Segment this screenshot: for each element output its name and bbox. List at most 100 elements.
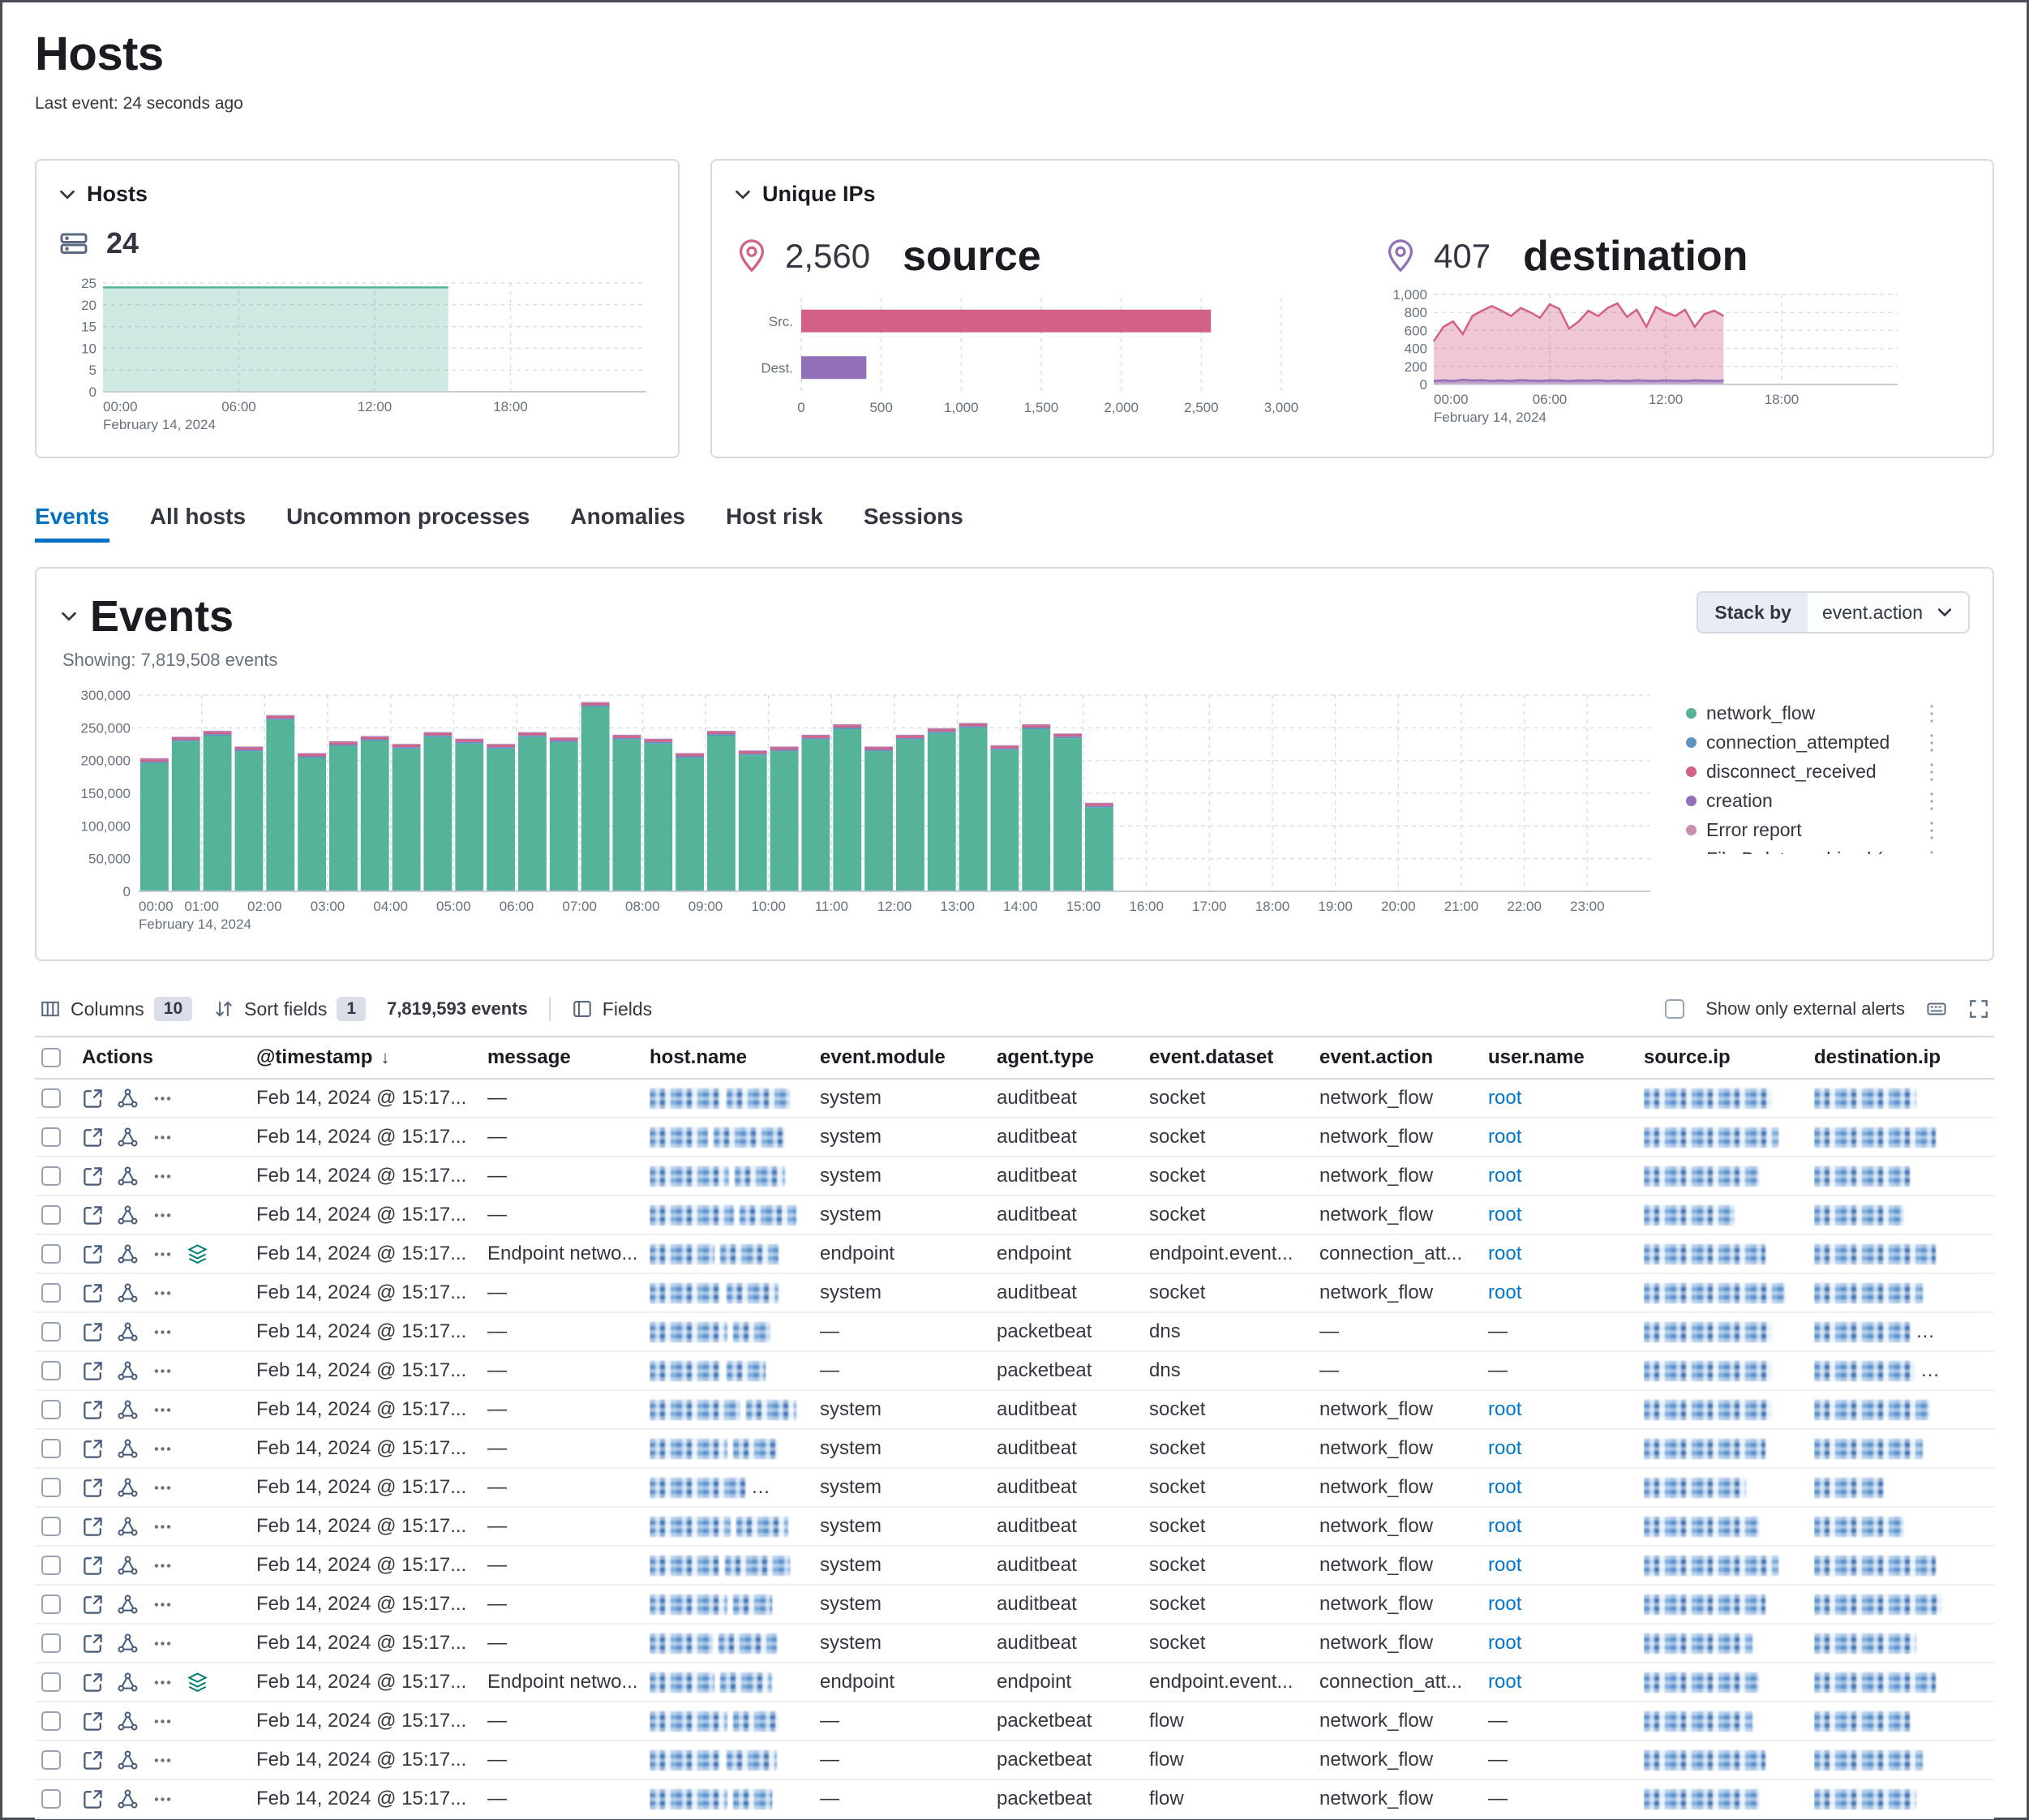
row-menu-icon[interactable]	[152, 1555, 174, 1577]
user-link[interactable]: root	[1488, 1126, 1521, 1148]
expand-event-icon[interactable]	[82, 1516, 104, 1538]
row-checkbox[interactable]	[41, 1478, 61, 1497]
row-checkbox[interactable]	[41, 1361, 61, 1380]
tab-host-risk[interactable]: Host risk	[726, 504, 823, 543]
tab-sessions[interactable]: Sessions	[864, 504, 963, 543]
row-menu-icon[interactable]	[152, 1672, 174, 1693]
select-all-checkbox[interactable]	[41, 1048, 61, 1067]
user-link[interactable]: root	[1488, 1437, 1521, 1459]
row-checkbox[interactable]	[41, 1205, 61, 1225]
legend-item[interactable]: Error report⋮	[1686, 815, 1945, 844]
row-menu-icon[interactable]	[152, 1243, 174, 1265]
row-checkbox[interactable]	[41, 1750, 61, 1770]
analyze-event-icon[interactable]	[117, 1088, 139, 1110]
analyze-event-icon[interactable]	[117, 1477, 139, 1499]
row-checkbox[interactable]	[41, 1711, 61, 1731]
row-menu-icon[interactable]	[152, 1788, 174, 1810]
col-header-event-dataset[interactable]: event.dataset	[1149, 1046, 1319, 1069]
row-checkbox[interactable]	[41, 1556, 61, 1575]
expand-event-icon[interactable]	[82, 1594, 104, 1616]
chevron-down-icon[interactable]	[733, 185, 753, 204]
user-link[interactable]: root	[1488, 1476, 1521, 1498]
user-link[interactable]: root	[1488, 1671, 1521, 1693]
endpoint-alert-icon[interactable]	[187, 1672, 208, 1693]
user-link[interactable]: root	[1488, 1243, 1521, 1264]
keyboard-icon[interactable]	[1926, 998, 1947, 1019]
analyze-event-icon[interactable]	[117, 1711, 139, 1732]
col-header-user-name[interactable]: user.name	[1488, 1046, 1644, 1069]
columns-button[interactable]: Columns 10	[40, 997, 192, 1021]
legend-item[interactable]: connection_attempted⋮	[1686, 728, 1945, 757]
row-menu-icon[interactable]	[152, 1204, 174, 1226]
row-checkbox[interactable]	[41, 1244, 61, 1264]
analyze-event-icon[interactable]	[117, 1672, 139, 1693]
chevron-down-icon[interactable]	[58, 185, 77, 204]
tab-all-hosts[interactable]: All hosts	[150, 504, 246, 543]
analyze-event-icon[interactable]	[117, 1282, 139, 1304]
analyze-event-icon[interactable]	[117, 1516, 139, 1538]
row-checkbox[interactable]	[41, 1633, 61, 1653]
col-header-destination-ip[interactable]: destination.ip	[1814, 1046, 1994, 1069]
fullscreen-icon[interactable]	[1968, 998, 1989, 1019]
row-menu-icon[interactable]	[152, 1399, 174, 1421]
legend-menu-icon[interactable]: ⋮	[1918, 847, 1945, 855]
expand-event-icon[interactable]	[82, 1127, 104, 1148]
row-menu-icon[interactable]	[152, 1127, 174, 1148]
row-checkbox[interactable]	[41, 1127, 61, 1147]
endpoint-alert-icon[interactable]	[187, 1243, 208, 1265]
col-header-timestamp[interactable]: @timestamp↓	[256, 1046, 487, 1069]
row-menu-icon[interactable]	[152, 1282, 174, 1304]
row-checkbox[interactable]	[41, 1088, 61, 1108]
analyze-event-icon[interactable]	[117, 1633, 139, 1655]
legend-item[interactable]: network_flow⋮	[1686, 698, 1945, 728]
analyze-event-icon[interactable]	[117, 1399, 139, 1421]
expand-event-icon[interactable]	[82, 1477, 104, 1499]
analyze-event-icon[interactable]	[117, 1788, 139, 1810]
row-menu-icon[interactable]	[152, 1321, 174, 1343]
user-link[interactable]: root	[1488, 1632, 1521, 1654]
legend-item[interactable]: creation⋮	[1686, 786, 1945, 815]
analyze-event-icon[interactable]	[117, 1127, 139, 1148]
user-link[interactable]: root	[1488, 1398, 1521, 1420]
expand-event-icon[interactable]	[82, 1438, 104, 1460]
tab-events[interactable]: Events	[35, 504, 109, 543]
row-checkbox[interactable]	[41, 1283, 61, 1303]
row-checkbox[interactable]	[41, 1400, 61, 1419]
row-menu-icon[interactable]	[152, 1477, 174, 1499]
col-header-event-action[interactable]: event.action	[1319, 1046, 1488, 1069]
analyze-event-icon[interactable]	[117, 1243, 139, 1265]
expand-event-icon[interactable]	[82, 1711, 104, 1732]
analyze-event-icon[interactable]	[117, 1594, 139, 1616]
row-menu-icon[interactable]	[152, 1438, 174, 1460]
row-checkbox[interactable]	[41, 1322, 61, 1341]
user-link[interactable]: root	[1488, 1165, 1521, 1187]
user-link[interactable]: root	[1488, 1515, 1521, 1537]
expand-event-icon[interactable]	[82, 1788, 104, 1810]
stack-by-select[interactable]: Stack by event.action	[1697, 591, 1970, 633]
fields-button[interactable]: Fields	[572, 998, 652, 1020]
row-menu-icon[interactable]	[152, 1594, 174, 1616]
col-header-host-name[interactable]: host.name	[650, 1046, 820, 1069]
row-menu-icon[interactable]	[152, 1711, 174, 1732]
tab-uncommon-processes[interactable]: Uncommon processes	[286, 504, 530, 543]
analyze-event-icon[interactable]	[117, 1360, 139, 1382]
legend-item[interactable]: disconnect_received⋮	[1686, 757, 1945, 786]
chevron-down-icon[interactable]	[59, 607, 79, 626]
user-link[interactable]: root	[1488, 1593, 1521, 1615]
analyze-event-icon[interactable]	[117, 1321, 139, 1343]
row-menu-icon[interactable]	[152, 1633, 174, 1655]
row-checkbox[interactable]	[41, 1672, 61, 1692]
col-header-event-module[interactable]: event.module	[820, 1046, 997, 1069]
expand-event-icon[interactable]	[82, 1282, 104, 1304]
legend-menu-icon[interactable]: ⋮	[1918, 759, 1945, 784]
row-menu-icon[interactable]	[152, 1360, 174, 1382]
user-link[interactable]: root	[1488, 1087, 1521, 1109]
user-link[interactable]: root	[1488, 1281, 1521, 1303]
user-link[interactable]: root	[1488, 1554, 1521, 1576]
expand-event-icon[interactable]	[82, 1088, 104, 1110]
row-checkbox[interactable]	[41, 1789, 61, 1809]
legend-menu-icon[interactable]: ⋮	[1918, 818, 1945, 843]
row-menu-icon[interactable]	[152, 1749, 174, 1771]
expand-event-icon[interactable]	[82, 1399, 104, 1421]
row-checkbox[interactable]	[41, 1439, 61, 1458]
